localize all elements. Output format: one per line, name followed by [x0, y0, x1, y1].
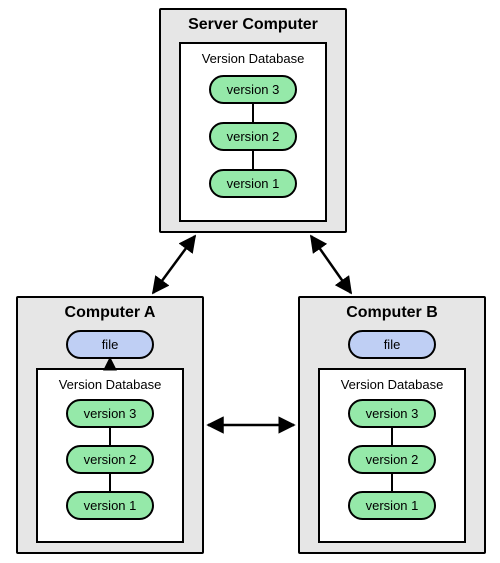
server-title: Server Computer — [161, 10, 345, 38]
server-link-v2-v1 — [252, 151, 254, 169]
computer-b-link-v2-v1 — [391, 474, 393, 491]
server-version-2: version 2 — [209, 122, 297, 151]
computer-a-version-3: version 3 — [66, 399, 154, 428]
computer-b-box: Computer B file Version Database version… — [298, 296, 486, 554]
computer-a-box: Computer A file Version Database version… — [16, 296, 204, 554]
computer-b-db-title: Version Database — [320, 370, 464, 397]
server-db-title: Version Database — [181, 44, 325, 71]
computer-b-version-3: version 3 — [348, 399, 436, 428]
server-link-v3-v2 — [252, 104, 254, 122]
computer-a-link-v3-v2 — [109, 428, 111, 445]
computer-b-link-v3-v2 — [391, 428, 393, 445]
computer-b-file: file — [348, 330, 436, 359]
computer-a-db-box: Version Database version 3 version 2 ver… — [36, 368, 184, 543]
computer-a-db-title: Version Database — [38, 370, 182, 397]
computer-a-file: file — [66, 330, 154, 359]
computer-a-title: Computer A — [18, 298, 202, 326]
server-version-1: version 1 — [209, 169, 297, 198]
server-computer-box: Server Computer Version Database version… — [159, 8, 347, 233]
computer-b-version-2: version 2 — [348, 445, 436, 474]
computer-b-version-1: version 1 — [348, 491, 436, 520]
server-version-3: version 3 — [209, 75, 297, 104]
computer-a-version-2: version 2 — [66, 445, 154, 474]
server-db-box: Version Database version 3 version 2 ver… — [179, 42, 327, 222]
computer-a-version-1: version 1 — [66, 491, 154, 520]
computer-b-db-box: Version Database version 3 version 2 ver… — [318, 368, 466, 543]
computer-b-title: Computer B — [300, 298, 484, 326]
computer-a-link-v2-v1 — [109, 474, 111, 491]
